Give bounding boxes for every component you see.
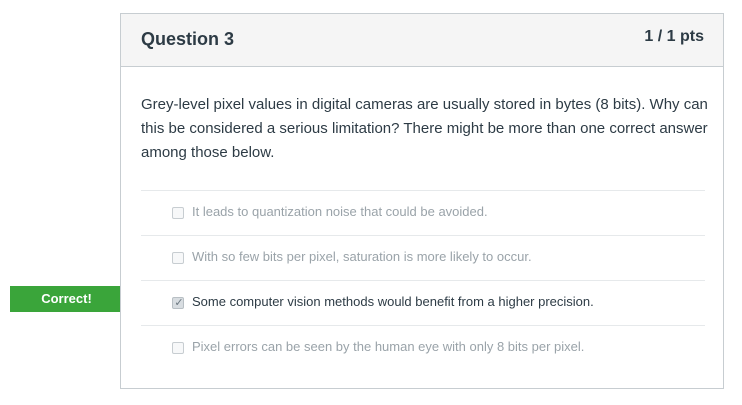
question-card: Question 3 1 / 1 pts Grey-level pixel va… (120, 13, 724, 389)
answer-option[interactable]: It leads to quantization noise that coul… (141, 190, 705, 235)
question-text: Grey-level pixel values in digital camer… (141, 96, 708, 161)
answer-label: Pixel errors can be seen by the human ey… (192, 339, 585, 354)
question-header: Question 3 1 / 1 pts (121, 14, 723, 67)
answer-option[interactable]: Pixel errors can be seen by the human ey… (141, 325, 705, 370)
answer-label: With so few bits per pixel, saturation i… (192, 249, 532, 264)
checkbox-icon[interactable] (172, 207, 184, 219)
answer-option[interactable]: ✓ Some computer vision methods would ben… (141, 280, 705, 325)
checkbox-icon[interactable] (172, 342, 184, 354)
checkmark-icon: ✓ (174, 297, 184, 309)
question-points: 1 / 1 pts (644, 28, 704, 45)
checkbox-icon[interactable] (172, 252, 184, 264)
answer-label: Some computer vision methods would benef… (192, 294, 594, 309)
correct-indicator: Correct! (10, 286, 135, 312)
question-title: Question 3 (141, 29, 235, 49)
answer-option[interactable]: With so few bits per pixel, saturation i… (141, 235, 705, 280)
answer-label: It leads to quantization noise that coul… (192, 204, 488, 219)
answer-list: It leads to quantization noise that coul… (141, 190, 705, 370)
checked-checkbox-icon[interactable]: ✓ (172, 297, 184, 309)
